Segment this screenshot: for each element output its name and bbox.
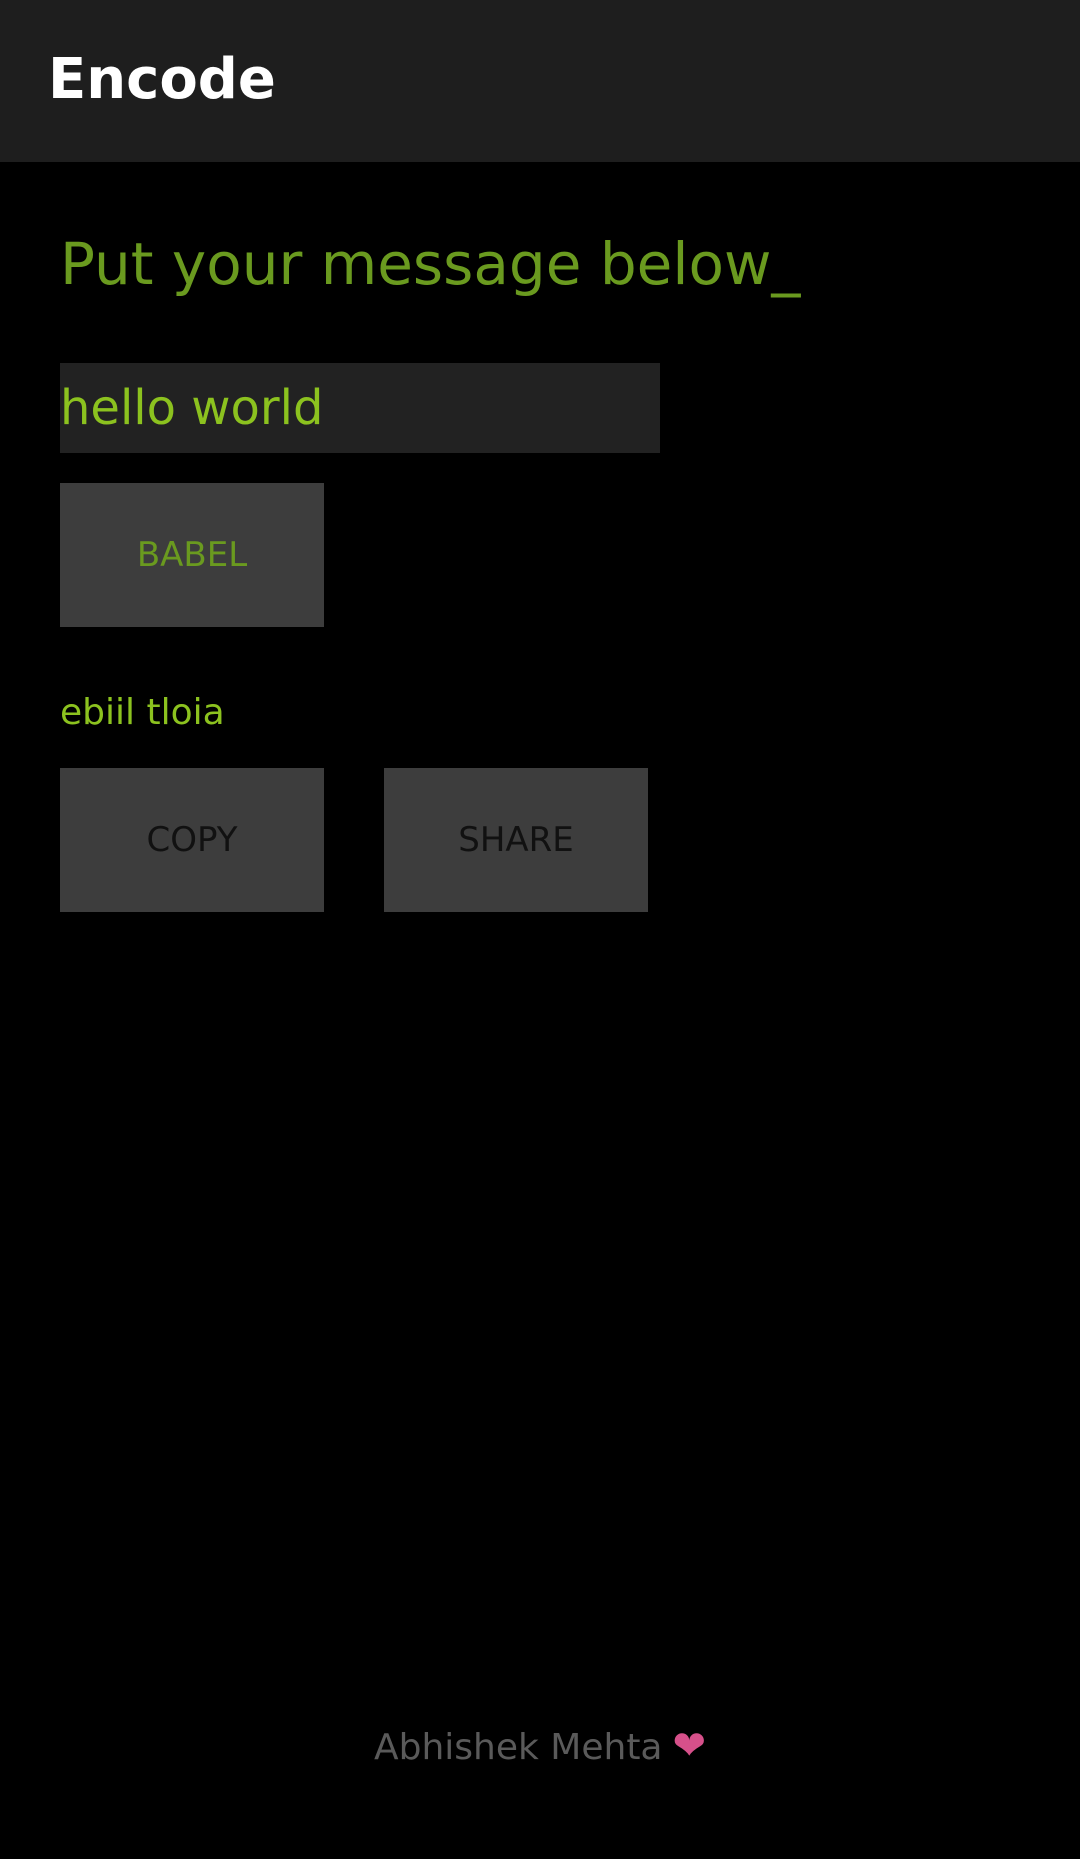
babel-button[interactable]: BABEL (60, 483, 324, 627)
footer-credit: Abhishek Mehta ❤ (0, 1720, 1080, 1780)
message-heading: Put your message below_ (60, 230, 801, 298)
share-button[interactable]: SHARE (384, 768, 648, 912)
author-name: Abhishek Mehta (373, 1727, 663, 1768)
app-title: Encode (48, 47, 276, 112)
message-input[interactable] (60, 363, 660, 453)
heart-icon: ❤ (672, 1723, 707, 1769)
app-bar: Encode (0, 0, 1080, 162)
copy-button[interactable]: COPY (60, 768, 324, 912)
encoded-output-text: ebiil tloia (60, 692, 225, 733)
